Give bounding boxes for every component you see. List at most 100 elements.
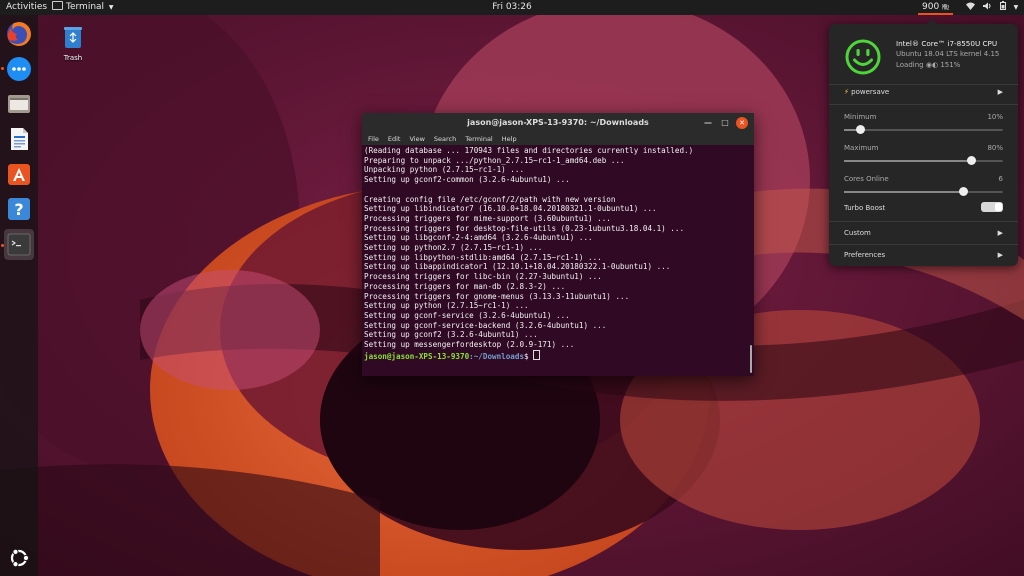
window-titlebar[interactable]: jason@jason-XPS-13-9370: ~/Downloads — □ ✕ [362, 113, 754, 133]
terminal-line: Setting up libappindicator1 (12.10.1+18.… [364, 262, 671, 272]
minimum-slider[interactable] [844, 125, 1003, 134]
dock-ubuntu-software[interactable] [5, 160, 33, 188]
maximize-button[interactable]: □ [719, 117, 731, 129]
preferences-menu-item[interactable]: Preferences ▶ [844, 251, 1003, 259]
dock-files[interactable] [5, 90, 33, 118]
cpufreq-unit: ㎒ [942, 3, 950, 11]
prompt-path: :~/Downloads [469, 351, 525, 361]
terminal-scrollbar[interactable] [750, 345, 752, 373]
software-store-icon [8, 164, 30, 185]
slider-knob[interactable] [959, 187, 969, 196]
governor-label: powersave [851, 88, 890, 96]
load-value: 151% [940, 61, 961, 69]
app-menu-label: Terminal [66, 2, 105, 12]
top-bar: Activities Terminal ▼ Fri 03:26 900 ㎒ ▼ [0, 0, 1024, 15]
show-applications-button[interactable] [7, 546, 31, 570]
terminal-output[interactable]: (Reading database ... 170943 files and d… [364, 146, 746, 376]
prompt-user: jason@jason-XPS-13-9370 [364, 351, 470, 361]
terminal-line: Creating config file /etc/gconf/2/path w… [364, 194, 616, 204]
dock-firefox[interactable] [5, 20, 33, 48]
cpufreq-value: 900 [922, 2, 940, 12]
activities-button[interactable]: Activities [6, 0, 47, 15]
chevron-right-icon: ▶ [997, 251, 1003, 259]
menu-view[interactable]: View [409, 135, 424, 143]
cores-online-value: 6 [998, 175, 1003, 183]
cpufreq-indicator[interactable]: 900 ㎒ [918, 0, 954, 15]
minimum-label: Minimum [844, 113, 877, 121]
maximum-label: Maximum [844, 144, 879, 152]
preferences-label: Preferences [844, 251, 886, 259]
maximum-slider[interactable] [844, 156, 1003, 165]
dock-terminal[interactable] [4, 229, 34, 260]
terminal-prompt-line: jason@jason-XPS-13-9370:~/Downloads$ [364, 349, 746, 362]
cores-online-row: Cores Online 6 [844, 175, 1003, 183]
cores-online-label: Cores Online [844, 175, 889, 183]
terminal-lines: (Reading database ... 170943 files and d… [364, 146, 746, 350]
load-indicator-icon: ◉◐ [925, 61, 939, 69]
volume-icon [982, 2, 1000, 12]
custom-menu-item[interactable]: Custom ▶ [844, 229, 1003, 237]
dock-help[interactable]: ? [5, 195, 33, 223]
terminal-line: Setting up messengerfordesktop (2.0.9-17… [364, 340, 575, 350]
help-icon: ? [8, 198, 30, 220]
battery-icon [999, 1, 1014, 12]
separator [829, 84, 1018, 85]
files-icon [8, 95, 30, 113]
terminal-line: Processing triggers for mime-support (3.… [364, 213, 611, 223]
cpufreq-popup-menu: Intel® Core™ i7-8550U CPU Ubuntu 18.04 L… [829, 19, 1018, 266]
dock-libreoffice-writer[interactable] [5, 125, 33, 153]
separator [829, 104, 1018, 105]
prompt-symbol: $ [524, 351, 534, 361]
terminal-line: Processing triggers for desktop-file-uti… [364, 223, 685, 233]
close-button[interactable]: ✕ [736, 116, 748, 129]
document-writer-icon [11, 128, 28, 150]
chevron-down-icon: ▼ [108, 4, 114, 11]
chevron-right-icon: ▶ [997, 88, 1003, 96]
menu-file[interactable]: File [368, 135, 379, 143]
terminal-line: Setting up libpython-stdlib:amd64 (2.7.1… [364, 252, 602, 262]
smiley-status-icon [845, 39, 881, 75]
minimum-row: Minimum 10% [844, 113, 1003, 121]
cores-online-slider[interactable] [844, 187, 1003, 196]
terminal-menubar: File Edit View Search Terminal Help [362, 133, 754, 145]
menu-search[interactable]: Search [434, 135, 456, 143]
terminal-line: Setting up libgconf-2-4:amd64 (3.2.6-4ub… [364, 233, 593, 243]
separator [829, 221, 1018, 222]
minimize-button[interactable]: — [702, 117, 714, 129]
slider-knob[interactable] [967, 156, 977, 165]
slider-fill [844, 160, 972, 162]
window-controls: — □ ✕ [697, 113, 748, 133]
terminal-line: Setting up python (2.7.15~rc1-1) ... [364, 301, 529, 311]
terminal-line: Processing triggers for man-db (2.8.3-2)… [364, 281, 566, 291]
terminal-line: Processing triggers for libc-bin (2.27-3… [364, 272, 602, 282]
maximum-value: 80% [987, 144, 1003, 152]
window-title: jason@jason-XPS-13-9370: ~/Downloads [467, 118, 649, 127]
turbo-boost-toggle[interactable] [981, 202, 1003, 212]
app-menu-button[interactable]: Terminal ▼ [52, 0, 114, 15]
terminal-app-icon [52, 1, 63, 10]
os-kernel-info: Ubuntu 18.04 LTS kernel 4.15 [896, 50, 1000, 58]
clock-label[interactable]: Fri 03:26 [492, 2, 532, 12]
firefox-icon [7, 22, 31, 46]
terminal-line: Setting up python2.7 (2.7.15~rc1-1) ... [364, 243, 543, 253]
terminal-line: Setting up libindicator7 (16.10.0+18.04.… [364, 204, 657, 214]
desktop-trash[interactable]: Trash [58, 25, 88, 62]
clock: Fri 03:26 [0, 0, 1024, 15]
svg-text:?: ? [14, 200, 23, 219]
terminal-icon [7, 233, 31, 256]
menu-edit[interactable]: Edit [388, 135, 401, 143]
system-tray[interactable]: ▼ [966, 0, 1023, 15]
menu-terminal[interactable]: Terminal [465, 135, 492, 143]
slider-knob[interactable] [855, 125, 865, 134]
turbo-boost-row[interactable]: Turbo Boost [844, 202, 1003, 212]
wifi-icon [966, 2, 983, 12]
menu-help[interactable]: Help [502, 135, 517, 143]
slider-fill [844, 191, 964, 193]
terminal-line: Unpacking python (2.7.15~rc1-1) ... [364, 165, 525, 175]
trash-label: Trash [63, 54, 83, 62]
terminal-line: Setting up gconf2-common (3.2.6-4ubuntu1… [364, 175, 570, 185]
governor-menu-item[interactable]: ⚡ powersave ▶ [844, 88, 1003, 96]
load-label: Loading [896, 61, 924, 69]
terminal-window[interactable]: jason@jason-XPS-13-9370: ~/Downloads — □ ✕… [362, 113, 754, 376]
dock-messenger[interactable] [5, 55, 33, 83]
